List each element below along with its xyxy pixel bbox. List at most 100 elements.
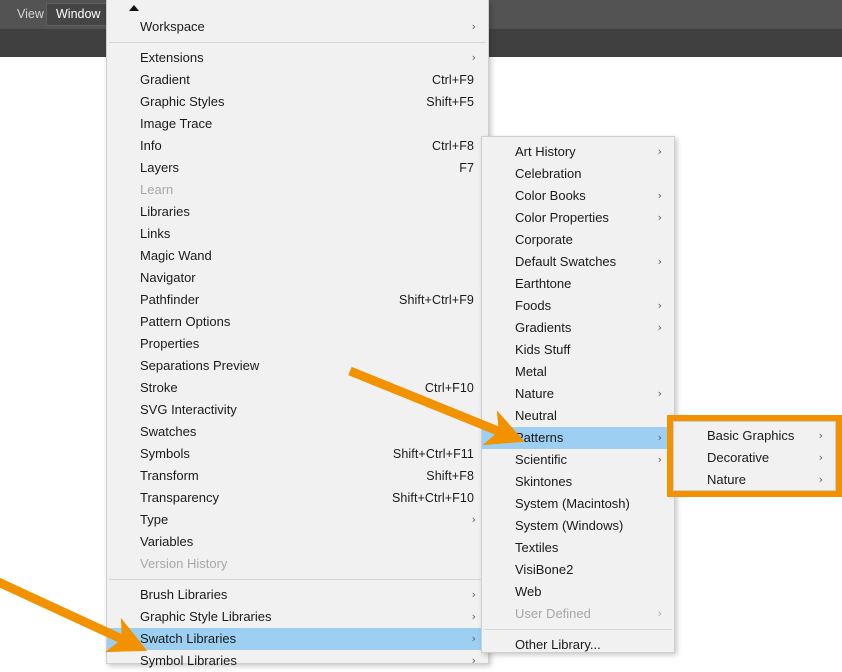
menu-item-label: Gradients <box>515 320 572 335</box>
chevron-right-icon: › <box>471 610 476 623</box>
menu-item-libraries[interactable]: Libraries <box>107 201 488 223</box>
menu-item-magic-wand[interactable]: Magic Wand <box>107 245 488 267</box>
menu-item-shortcut: Shift+Ctrl+F10 <box>392 491 474 505</box>
menu-item-corporate[interactable]: Corporate <box>482 229 674 251</box>
menu-item-label: Workspace <box>140 19 205 34</box>
menu-item-textiles[interactable]: Textiles <box>482 537 674 559</box>
menu-item-symbols[interactable]: Symbols Shift+Ctrl+F11 <box>107 443 488 465</box>
menu-item-label: Brush Libraries <box>140 587 228 602</box>
menu-item-label: Learn <box>140 182 174 197</box>
menu-item-label: VisiBone2 <box>515 562 574 577</box>
menu-item-brush-libraries[interactable]: Brush Libraries › <box>107 584 488 606</box>
menu-item-type[interactable]: Type › <box>107 509 488 531</box>
chevron-right-icon: › <box>471 51 476 64</box>
menu-item-label: User Defined <box>515 606 591 621</box>
menu-item-label: Swatches <box>140 424 197 439</box>
menu-item-swatches[interactable]: Swatches <box>107 421 488 443</box>
menu-item-nature[interactable]: Nature › <box>674 469 835 491</box>
menu-item-visibone2[interactable]: VisiBone2 <box>482 559 674 581</box>
menu-item-earthtone[interactable]: Earthtone <box>482 273 674 295</box>
chevron-right-icon: › <box>657 387 662 400</box>
menubar-item-window[interactable]: Window <box>46 3 111 26</box>
menu-item-celebration[interactable]: Celebration <box>482 163 674 185</box>
menu-item-label: Kids Stuff <box>515 342 571 357</box>
menu-item-workspace[interactable]: Workspace › <box>107 16 488 38</box>
menu-item-label: SVG Interactivity <box>140 402 237 417</box>
menu-item-label: Image Trace <box>140 116 213 131</box>
menu-item-gradients[interactable]: Gradients › <box>482 317 674 339</box>
menu-item-nature[interactable]: Nature › <box>482 383 674 405</box>
menu-item-separations-preview[interactable]: Separations Preview <box>107 355 488 377</box>
menu-item-scientific[interactable]: Scientific › <box>482 449 674 471</box>
menu-item-default-swatches[interactable]: Default Swatches › <box>482 251 674 273</box>
chevron-right-icon: › <box>657 431 662 444</box>
menu-item-label: Swatch Libraries <box>140 631 237 646</box>
menu-item-label: Neutral <box>515 408 557 423</box>
chevron-right-icon: › <box>471 588 476 601</box>
menu-item-label: Corporate <box>515 232 573 247</box>
menu-item-label: Graphic Style Libraries <box>140 609 272 624</box>
menu-item-extensions[interactable]: Extensions › <box>107 47 488 69</box>
chevron-right-icon: › <box>657 255 662 268</box>
menu-item-system-windows[interactable]: System (Windows) <box>482 515 674 537</box>
menu-item-label: Navigator <box>140 270 196 285</box>
menu-item-system-macintosh[interactable]: System (Macintosh) <box>482 493 674 515</box>
menu-item-label: Magic Wand <box>140 248 212 263</box>
menu-item-graphic-styles[interactable]: Graphic Styles Shift+F5 <box>107 91 488 113</box>
menu-item-neutral[interactable]: Neutral <box>482 405 674 427</box>
patterns-submenu-panel[interactable]: Basic Graphics › Decorative › Nature › <box>673 421 836 491</box>
menu-item-transform[interactable]: Transform Shift+F8 <box>107 465 488 487</box>
menu-item-svg-interactivity[interactable]: SVG Interactivity <box>107 399 488 421</box>
menu-item-other-library[interactable]: Other Library... <box>482 634 674 656</box>
menu-item-patterns[interactable]: Patterns › <box>482 427 674 449</box>
menu-item-label: Foods <box>515 298 552 313</box>
menu-item-user-defined: User Defined › <box>482 603 674 625</box>
menu-item-properties[interactable]: Properties <box>107 333 488 355</box>
menu-item-foods[interactable]: Foods › <box>482 295 674 317</box>
window-menu-panel[interactable]: Workspace › Extensions › Gradient Ctrl+F9 Grap… <box>106 0 489 668</box>
menu-item-label: Info <box>140 138 162 153</box>
menu-item-gradient[interactable]: Gradient Ctrl+F9 <box>107 69 488 91</box>
menu-item-shortcut: Shift+Ctrl+F9 <box>399 293 474 307</box>
chevron-right-icon: › <box>657 145 662 158</box>
menu-item-label: Pathfinder <box>140 292 200 307</box>
menu-item-label: Scientific <box>515 452 568 467</box>
menu-item-info[interactable]: Info Ctrl+F8 <box>107 135 488 157</box>
swatch-libraries-item-list: Art History › Celebration Color Books › Color… <box>482 137 674 656</box>
menu-item-image-trace[interactable]: Image Trace <box>107 113 488 135</box>
menu-item-shortcut: Ctrl+F9 <box>431 73 474 87</box>
chevron-right-icon: › <box>657 453 662 466</box>
chevron-right-icon: › <box>657 189 662 202</box>
menu-item-basic-graphics[interactable]: Basic Graphics › <box>674 425 835 447</box>
menu-item-color-books[interactable]: Color Books › <box>482 185 674 207</box>
menu-item-art-history[interactable]: Art History › <box>482 141 674 163</box>
menu-item-stroke[interactable]: Stroke Ctrl+F10 <box>107 377 488 399</box>
menu-item-label: Basic Graphics <box>707 428 795 443</box>
menu-item-kids-stuff[interactable]: Kids Stuff <box>482 339 674 361</box>
menu-item-label: Web <box>515 584 542 599</box>
menu-item-pathfinder[interactable]: Pathfinder Shift+Ctrl+F9 <box>107 289 488 311</box>
menu-item-label: Separations Preview <box>140 358 260 373</box>
menu-item-pattern-options[interactable]: Pattern Options <box>107 311 488 333</box>
menu-item-graphic-style-libraries[interactable]: Graphic Style Libraries › <box>107 606 488 628</box>
menu-separator <box>109 579 486 580</box>
swatch-libraries-submenu-panel[interactable]: Art History › Celebration Color Books › Color… <box>481 136 675 653</box>
menu-item-shortcut: Shift+F8 <box>426 469 474 483</box>
menu-item-symbol-libraries[interactable]: Symbol Libraries › <box>107 650 488 672</box>
menu-item-swatch-libraries[interactable]: Swatch Libraries › <box>107 628 488 650</box>
menu-item-layers[interactable]: Layers F7 <box>107 157 488 179</box>
menu-item-decorative[interactable]: Decorative › <box>674 447 835 469</box>
menu-item-label: Color Books <box>515 188 586 203</box>
menu-item-navigator[interactable]: Navigator <box>107 267 488 289</box>
menu-item-label: Nature <box>515 386 555 401</box>
menu-item-learn: Learn <box>107 179 488 201</box>
menu-item-variables[interactable]: Variables <box>107 531 488 553</box>
menu-item-links[interactable]: Links <box>107 223 488 245</box>
menu-item-web[interactable]: Web <box>482 581 674 603</box>
menu-item-skintones[interactable]: Skintones <box>482 471 674 493</box>
menu-item-label: Symbol Libraries <box>140 653 237 668</box>
menu-item-transparency[interactable]: Transparency Shift+Ctrl+F10 <box>107 487 488 509</box>
menu-scroll-up-button[interactable] <box>107 0 488 16</box>
menu-item-color-properties[interactable]: Color Properties › <box>482 207 674 229</box>
menu-item-metal[interactable]: Metal <box>482 361 674 383</box>
